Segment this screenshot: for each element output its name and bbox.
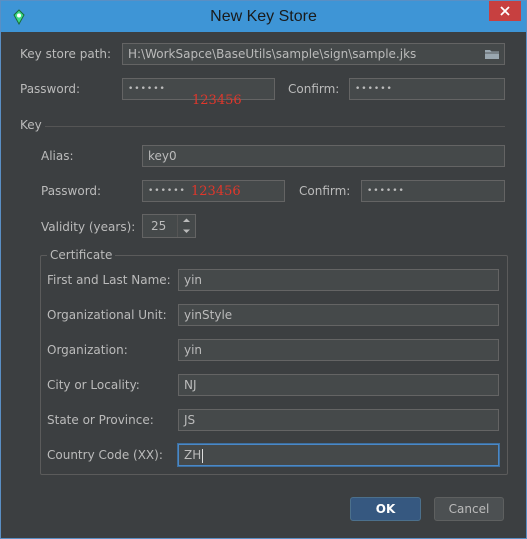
organizational-unit-field[interactable]: yinStyle	[178, 304, 499, 326]
key-password-annotation: 123456	[191, 184, 241, 199]
chevron-down-icon[interactable]	[178, 226, 195, 237]
dialog-content: Key store path: H:\WorkSapce\BaseUtils\s…	[1, 32, 526, 538]
title-bar[interactable]: New Key Store	[1, 1, 526, 32]
text-cursor	[202, 448, 204, 463]
key-confirm-label: Confirm:	[299, 184, 351, 198]
validity-label: Validity (years):	[41, 220, 136, 234]
country-code-value: ZH	[184, 448, 202, 462]
chevron-up-icon[interactable]	[178, 215, 195, 226]
key-section-label: Key	[20, 118, 42, 132]
validity-spinner[interactable]: 25	[142, 214, 196, 238]
cert-label-name: First and Last Name:	[47, 273, 171, 287]
close-button[interactable]	[489, 1, 521, 21]
alias-label: Alias:	[41, 149, 74, 163]
keystore-password-label: Password:	[20, 82, 81, 96]
window-title: New Key Store	[210, 8, 317, 25]
folder-icon[interactable]	[484, 48, 500, 60]
country-code-field[interactable]: ZH	[178, 444, 499, 466]
state-field[interactable]: JS	[178, 409, 499, 431]
cert-label-country: Country Code (XX):	[47, 448, 163, 462]
key-password-label: Password:	[41, 184, 102, 198]
validity-value: 25	[151, 219, 167, 233]
keystore-confirm-label: Confirm:	[288, 82, 340, 96]
key-store-path-value: H:\WorkSapce\BaseUtils\sample\sign\sampl…	[128, 47, 417, 61]
first-last-name-field[interactable]: yin	[178, 269, 499, 291]
keystore-confirm-field[interactable]: ••••••	[349, 78, 505, 100]
cert-label-org-unit: Organizational Unit:	[47, 308, 167, 322]
cert-label-city: City or Locality:	[47, 378, 140, 392]
new-key-store-dialog: New Key Store Key store path: H:\WorkSap…	[0, 0, 527, 539]
ok-button[interactable]: OK	[350, 497, 421, 521]
keystore-password-annotation: 123456	[192, 93, 242, 108]
city-field[interactable]: NJ	[178, 374, 499, 396]
alias-field[interactable]: key0	[142, 145, 505, 167]
spinner-arrows[interactable]	[177, 215, 195, 237]
organization-field[interactable]: yin	[178, 339, 499, 361]
key-store-path-field[interactable]: H:\WorkSapce\BaseUtils\sample\sign\sampl…	[122, 43, 505, 65]
close-icon	[500, 6, 510, 16]
key-store-path-label: Key store path:	[20, 47, 112, 61]
cert-label-state: State or Province:	[47, 413, 154, 427]
cert-label-organization: Organization:	[47, 343, 128, 357]
certificate-section-label: Certificate	[47, 248, 116, 262]
cancel-button[interactable]: Cancel	[434, 497, 504, 521]
key-section-divider	[45, 126, 505, 127]
key-confirm-field[interactable]: ••••••	[361, 180, 505, 202]
